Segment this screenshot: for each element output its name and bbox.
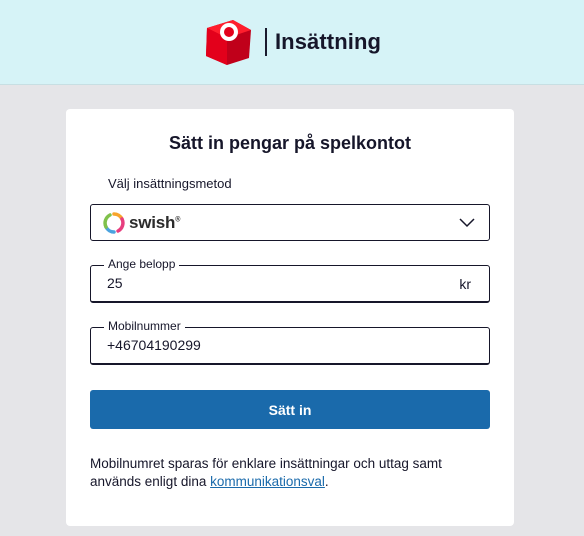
page-title: Insättning <box>274 29 382 54</box>
chevron-down-icon <box>459 218 475 228</box>
form-title: Sätt in pengar på spelkontot <box>168 133 412 153</box>
phone-label: Mobilnummer <box>104 319 185 333</box>
method-label: Välj insättningsmetod <box>108 176 232 191</box>
phone-input[interactable] <box>107 337 427 353</box>
svenska-spel-logo-icon <box>205 20 251 65</box>
page-header: Insättning <box>0 0 584 85</box>
amount-field[interactable]: Ange belopp kr <box>90 257 490 303</box>
header-divider <box>264 28 267 56</box>
swish-logo: swish® <box>103 211 180 235</box>
swish-wordmark: swish® <box>129 213 181 232</box>
note-end: . <box>324 474 329 489</box>
swish-logo-icon <box>103 212 125 234</box>
phone-field[interactable]: Mobilnummer <box>90 319 490 365</box>
amount-label: Ange belopp <box>104 257 180 271</box>
currency-suffix: kr <box>459 276 471 292</box>
amount-input[interactable] <box>107 275 427 291</box>
communication-settings-link[interactable]: kommunikationsval <box>210 474 325 489</box>
privacy-note: Mobilnumret sparas för enklare insättnin… <box>90 455 490 491</box>
deposit-method-select[interactable]: swish® <box>90 204 490 241</box>
deposit-card: Sätt in pengar på spelkontot Välj insätt… <box>66 109 514 526</box>
deposit-button[interactable]: Sätt in <box>90 390 490 429</box>
